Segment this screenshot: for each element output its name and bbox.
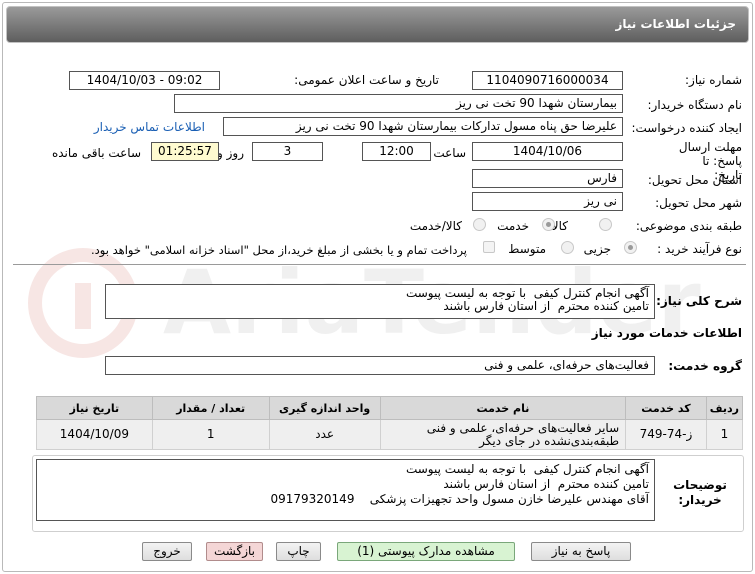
col-unit: واحد اندازه گیری <box>268 396 381 420</box>
need-number-label: شماره نیاز: <box>685 73 742 87</box>
creator-label: ایجاد کننده درخواست: <box>631 121 742 135</box>
treasury-payment-note: پرداخت تمام و یا بخشی از مبلغ خرید،از مح… <box>91 243 467 257</box>
process-minor-label: جزیی <box>583 242 611 256</box>
city-label: شهر محل تحویل: <box>655 196 742 210</box>
services-section-title: اطلاعات خدمات مورد نیاز <box>591 326 742 340</box>
deadline-time-label: ساعت <box>433 146 466 160</box>
cell-qty: 1 <box>151 419 270 450</box>
cell-name: سایر فعالیت‌های حرفه‌ای، علمی و فنی طبقه… <box>379 419 627 450</box>
description-label: شرح کلی نیاز: <box>656 294 742 308</box>
category-both-label: کالا/خدمت <box>409 219 462 233</box>
col-date: تاریخ نیاز <box>36 396 153 420</box>
buyer-notes-label: توضیحات خریدار: <box>673 478 727 507</box>
process-medium-radio[interactable] <box>561 241 574 254</box>
service-group-label: گروه خدمت: <box>668 359 742 373</box>
province-field: فارس <box>472 169 623 188</box>
deadline-date-field: 1404/10/06 <box>472 142 623 161</box>
remaining-time-field: 01:25:57 <box>151 142 219 161</box>
cell-unit: عدد <box>268 419 381 450</box>
col-row: ردیف <box>705 396 744 420</box>
details-window: جزئیات اطلاعات نیاز AriaTender شماره نیا… <box>2 2 753 572</box>
services-table: ردیف کد خدمت نام خدمت واحد اندازه گیری ت… <box>36 396 744 450</box>
category-service-radio[interactable] <box>542 218 555 231</box>
treasury-payment-checkbox[interactable] <box>483 241 495 253</box>
service-group-field: فعالیت‌های حرفه‌ای، علمی و فنی <box>105 356 655 375</box>
section-divider <box>13 264 746 265</box>
buyer-contact-link[interactable]: اطلاعات تماس خریدار <box>94 120 205 134</box>
buyer-label: نام دستگاه خریدار: <box>647 98 743 112</box>
deadline-time-field: 12:00 <box>362 142 431 161</box>
announce-label: تاریخ و ساعت اعلان عمومی: <box>294 73 439 87</box>
col-code: کد خدمت <box>625 396 707 420</box>
category-label: طبقه بندی موضوعی: <box>635 219 742 233</box>
process-type-label: نوع فرآیند خرید : <box>657 242 742 256</box>
cell-row: 1 <box>705 419 744 450</box>
col-qty: تعداد / مقدار <box>151 396 270 420</box>
window-title: جزئیات اطلاعات نیاز <box>615 17 736 31</box>
announce-field: 1404/10/03 - 09:02 <box>69 71 220 90</box>
cell-date: 1404/10/09 <box>36 419 153 450</box>
days-label: روز و <box>217 146 244 160</box>
view-attachments-button[interactable]: مشاهده مدارک پیوستی (1) <box>337 542 515 561</box>
process-medium-label: متوسط <box>508 242 546 256</box>
title-bar: جزئیات اطلاعات نیاز <box>6 6 749 43</box>
remaining-time-label: ساعت باقی مانده <box>51 146 141 160</box>
buyer-field: بیمارستان شهدا 90 تخت نی ریز <box>174 94 623 113</box>
table-row: 1 ز-74-749 سایر فعالیت‌های حرفه‌ای، علمی… <box>36 419 744 450</box>
back-button[interactable]: بازگشت <box>206 542 263 561</box>
reply-button[interactable]: پاسخ به نیاز <box>531 542 631 561</box>
col-name: نام خدمت <box>379 396 627 420</box>
print-button[interactable]: چاپ <box>276 542 321 561</box>
exit-button[interactable]: خروج <box>142 542 192 561</box>
table-header-row: ردیف کد خدمت نام خدمت واحد اندازه گیری ت… <box>36 396 744 420</box>
category-both-radio[interactable] <box>473 218 486 231</box>
province-label: استان محل تحویل: <box>647 173 742 187</box>
process-minor-radio[interactable] <box>624 241 637 254</box>
cell-code: ز-74-749 <box>625 419 707 450</box>
category-service-label: خدمت <box>497 219 529 233</box>
city-field: نی ریز <box>472 192 623 211</box>
buyer-notes-textarea[interactable]: آگهی انجام کنترل کیفی با توجه به لیست پی… <box>36 459 655 521</box>
category-goods-radio[interactable] <box>599 218 612 231</box>
description-textarea[interactable]: آگهی انجام کنترل کیفی با توجه به لیست پی… <box>105 284 655 319</box>
need-number-field: 1104090716000034 <box>472 71 623 90</box>
days-remaining-field: 3 <box>252 142 323 161</box>
creator-field: علیرضا حق پناه مسول تدارکات بیمارستان شه… <box>223 117 623 136</box>
